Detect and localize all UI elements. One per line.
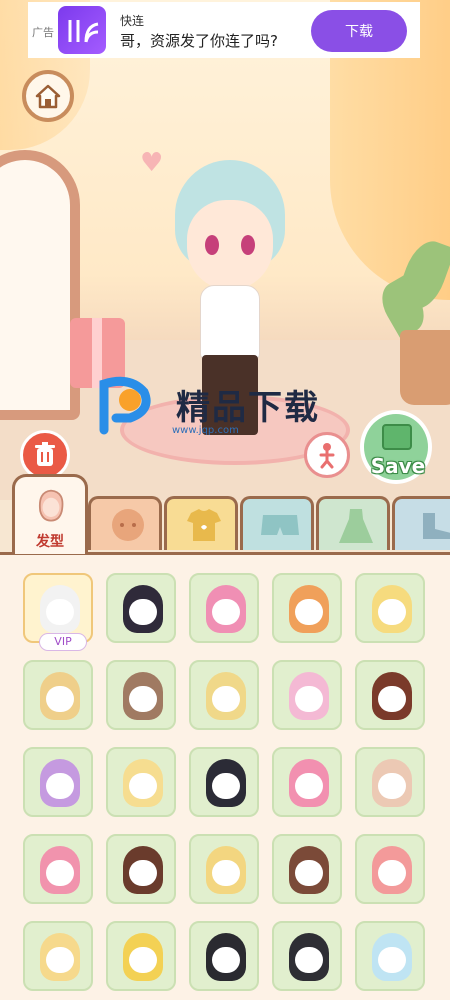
avatar-eye-right [241, 235, 255, 255]
face-placeholder [129, 860, 157, 886]
hair-item[interactable]: VIP [23, 573, 93, 651]
face-placeholder [212, 686, 240, 712]
tab-tops[interactable] [164, 496, 238, 550]
avatar-face [187, 200, 273, 290]
hair-item[interactable] [189, 573, 259, 643]
face-placeholder [295, 773, 323, 799]
face-placeholder [295, 860, 323, 886]
face-placeholder [46, 773, 74, 799]
mirror [0, 150, 80, 420]
ad-logo [58, 6, 106, 54]
hair-item[interactable] [23, 921, 93, 991]
pose-icon [319, 443, 335, 469]
ad-brand: 快连 [120, 14, 145, 28]
trash-button[interactable] [20, 430, 70, 480]
house-icon [35, 84, 61, 109]
save-label: Save [370, 454, 426, 478]
avatar-eye-left [205, 235, 219, 255]
face-placeholder [212, 773, 240, 799]
face-placeholder [212, 860, 240, 886]
hair-icon [38, 489, 64, 522]
floppy-icon [382, 424, 412, 450]
plant-pot [400, 330, 450, 405]
face-placeholder [46, 947, 74, 973]
face-placeholder [378, 686, 406, 712]
tab-hair-label: 发型 [36, 534, 64, 550]
face-placeholder [295, 599, 323, 625]
face-placeholder [295, 686, 323, 712]
ad-tag: 广告 [32, 26, 54, 39]
ad-text: 哥，资源发了你连了吗? [120, 32, 278, 50]
trash-icon [35, 442, 55, 466]
avatar-shirt [200, 285, 260, 360]
watermark-title: 精品下载 [176, 388, 320, 428]
item-panel: VIP [0, 552, 450, 1000]
face-placeholder [46, 599, 74, 625]
tab-shoes[interactable] [392, 496, 450, 550]
ad-banner[interactable]: 广告 快连 哥，资源发了你连了吗? 下载 [28, 2, 420, 58]
save-button[interactable]: Save [360, 410, 432, 484]
shoe-icon [423, 513, 450, 539]
tab-dresses[interactable] [316, 496, 390, 550]
tab-bottoms[interactable] [240, 496, 314, 550]
watermark-logo-icon [99, 376, 151, 435]
hair-item[interactable] [355, 747, 425, 817]
home-button[interactable] [22, 70, 74, 122]
face-placeholder [129, 599, 157, 625]
shirt-icon [187, 509, 221, 541]
face-icon [112, 509, 144, 541]
face-placeholder [129, 773, 157, 799]
face-placeholder [295, 947, 323, 973]
watermark: 精品下载 www.jqp.com [90, 370, 350, 440]
hair-item[interactable] [106, 834, 176, 904]
ad-logo-icon [68, 20, 99, 43]
hair-item[interactable] [106, 573, 176, 643]
hair-item[interactable] [272, 573, 342, 643]
hair-item[interactable] [23, 660, 93, 730]
vip-badge: VIP [39, 633, 87, 651]
hair-item[interactable] [272, 834, 342, 904]
tab-face[interactable] [88, 496, 162, 550]
hair-item[interactable] [355, 921, 425, 991]
heart-icon: ♥ [140, 148, 164, 178]
face-placeholder [378, 599, 406, 625]
hair-item[interactable] [272, 660, 342, 730]
hair-item[interactable] [355, 573, 425, 643]
face-placeholder [378, 860, 406, 886]
category-tabs: 发型 [0, 474, 450, 554]
hair-item[interactable] [106, 660, 176, 730]
face-placeholder [378, 773, 406, 799]
face-placeholder [46, 686, 74, 712]
hair-item[interactable] [189, 921, 259, 991]
face-placeholder [129, 947, 157, 973]
hair-item[interactable] [23, 747, 93, 817]
pants-icon [261, 515, 299, 535]
hair-item[interactable] [189, 660, 259, 730]
hair-item[interactable] [272, 921, 342, 991]
dress-icon [339, 509, 373, 543]
face-placeholder [378, 947, 406, 973]
face-placeholder [46, 860, 74, 886]
hair-item[interactable] [189, 747, 259, 817]
hair-item[interactable] [355, 660, 425, 730]
face-placeholder [212, 599, 240, 625]
hair-item[interactable] [23, 834, 93, 904]
hair-item[interactable] [355, 834, 425, 904]
hair-item[interactable] [106, 747, 176, 817]
hair-item[interactable] [189, 834, 259, 904]
face-placeholder [212, 947, 240, 973]
tab-hair[interactable]: 发型 [12, 474, 88, 554]
hair-item[interactable] [106, 921, 176, 991]
ad-download-button[interactable]: 下载 [311, 10, 407, 52]
pose-button[interactable] [304, 432, 350, 478]
watermark-url: www.jqp.com [172, 425, 239, 436]
hair-item[interactable] [272, 747, 342, 817]
face-placeholder [129, 686, 157, 712]
